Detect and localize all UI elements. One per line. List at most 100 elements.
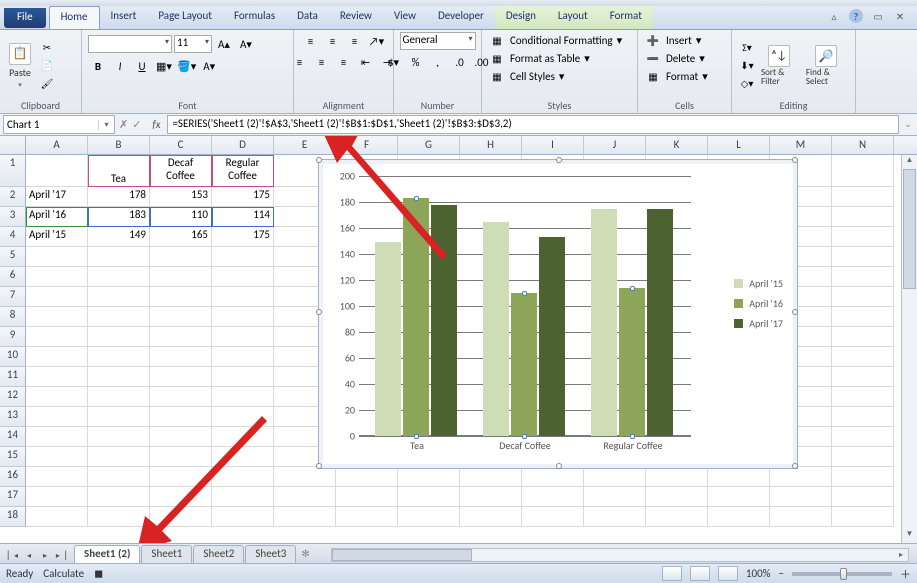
tab-home[interactable]: Home — [49, 6, 100, 29]
cell-H18[interactable] — [460, 507, 522, 527]
col-header-D[interactable]: D — [212, 136, 274, 154]
cell-E18[interactable] — [274, 507, 336, 527]
cell-A14[interactable] — [26, 427, 88, 447]
tab-view[interactable]: View — [383, 6, 427, 29]
cell-J17[interactable] — [584, 487, 646, 507]
cell-D11[interactable] — [212, 367, 274, 387]
legend-item[interactable]: April '17 — [734, 317, 783, 330]
sheet-tab-1[interactable]: Sheet1 (2) — [74, 545, 140, 563]
number-format-combo[interactable]: General — [400, 32, 476, 50]
chart-legend[interactable]: April '15April '16April '17 — [734, 270, 783, 337]
cell-J18[interactable] — [584, 507, 646, 527]
select-all-corner[interactable] — [0, 136, 26, 154]
cell-B7[interactable] — [88, 287, 150, 307]
cell-D1[interactable]: RegularCoffee — [212, 155, 274, 187]
grow-font-button[interactable]: A▴ — [214, 35, 234, 53]
cell-C3[interactable]: 110 — [150, 207, 212, 227]
row-header-9[interactable]: 9 — [0, 327, 26, 347]
cell-I16[interactable] — [522, 467, 584, 487]
bar-April15-RegularCoffee[interactable] — [591, 209, 617, 437]
cell-G17[interactable] — [398, 487, 460, 507]
row-header-10[interactable]: 10 — [0, 347, 26, 367]
row-header-3[interactable]: 3 — [0, 207, 26, 227]
cell-L17[interactable] — [708, 487, 770, 507]
cell-D6[interactable] — [212, 267, 274, 287]
cell-styles-button[interactable]: ▦Cell Styles ▾ — [488, 68, 564, 84]
row-header-7[interactable]: 7 — [0, 287, 26, 307]
bar-April15-DecafCoffee[interactable] — [483, 222, 509, 437]
cell-D2[interactable]: 175 — [212, 187, 274, 207]
view-layout-button[interactable] — [690, 566, 710, 581]
cell-B4[interactable]: 149 — [88, 227, 150, 247]
cell-B6[interactable] — [88, 267, 150, 287]
name-box-dropdown[interactable]: ▾ — [98, 120, 114, 130]
bar-April15-Tea[interactable] — [375, 242, 401, 436]
cell-F17[interactable] — [336, 487, 398, 507]
tab-developer[interactable]: Developer — [427, 6, 495, 29]
row-header-1[interactable]: 1 — [0, 155, 26, 187]
col-header-A[interactable]: A — [26, 136, 88, 154]
cell-A2[interactable]: April '17 — [26, 187, 88, 207]
cell-D10[interactable] — [212, 347, 274, 367]
row-header-18[interactable]: 18 — [0, 507, 26, 527]
cond-format-button[interactable]: ▦Conditional Formatting ▾ — [488, 32, 622, 48]
cell-N14[interactable] — [832, 427, 894, 447]
tab-nav-first[interactable]: ▏◂ — [6, 549, 20, 563]
align-left-button[interactable]: ≡ — [290, 53, 310, 71]
cell-B8[interactable] — [88, 307, 150, 327]
cell-A8[interactable] — [26, 307, 88, 327]
zoom-slider[interactable] — [792, 572, 892, 576]
row-header-8[interactable]: 8 — [0, 307, 26, 327]
tab-layout[interactable]: Layout — [547, 6, 599, 29]
cell-C9[interactable] — [150, 327, 212, 347]
cell-A16[interactable] — [26, 467, 88, 487]
tab-pagelayout[interactable]: Page Layout — [147, 6, 223, 29]
tab-insert[interactable]: Insert — [100, 6, 148, 29]
tab-file[interactable]: File — [4, 8, 46, 28]
cell-G18[interactable] — [398, 507, 460, 527]
tab-nav-prev[interactable]: ◂ — [22, 549, 36, 563]
cell-F16[interactable] — [336, 467, 398, 487]
col-header-M[interactable]: M — [770, 136, 832, 154]
cell-D5[interactable] — [212, 247, 274, 267]
row-header-6[interactable]: 6 — [0, 267, 26, 287]
cell-B3[interactable]: 183 — [88, 207, 150, 227]
bar-April16-DecafCoffee[interactable] — [511, 293, 537, 436]
cell-N15[interactable] — [832, 447, 894, 467]
zoom-level[interactable]: 100% — [746, 567, 771, 580]
cell-N12[interactable] — [832, 387, 894, 407]
formula-input[interactable]: =SERIES('Sheet1 (2)'!$A$3,'Sheet1 (2)'!$… — [167, 115, 899, 134]
align-mid-button[interactable]: ≡ — [323, 32, 343, 50]
cell-B11[interactable] — [88, 367, 150, 387]
cell-A4[interactable]: April '15 — [26, 227, 88, 247]
cell-B5[interactable] — [88, 247, 150, 267]
macro-record-icon[interactable]: ◼ — [94, 567, 103, 580]
cell-A5[interactable] — [26, 247, 88, 267]
cell-K18[interactable] — [646, 507, 708, 527]
view-pagebreak-button[interactable] — [718, 566, 738, 581]
cell-I17[interactable] — [522, 487, 584, 507]
row-header-16[interactable]: 16 — [0, 467, 26, 487]
inc-decimal-button[interactable]: .0 — [450, 53, 470, 71]
cells-format-button[interactable]: ▦Format ▾ — [644, 68, 708, 84]
sort-filter-button[interactable]: ᴬ↓ Sort & Filter — [758, 43, 801, 88]
cell-N5[interactable] — [832, 247, 894, 267]
row-header-13[interactable]: 13 — [0, 407, 26, 427]
cell-A12[interactable] — [26, 387, 88, 407]
cell-E16[interactable] — [274, 467, 336, 487]
legend-item[interactable]: April '15 — [734, 277, 783, 290]
cell-A11[interactable] — [26, 367, 88, 387]
shrink-font-button[interactable]: A▾ — [236, 35, 256, 53]
cell-N9[interactable] — [832, 327, 894, 347]
zoom-in-button[interactable]: ＋ — [900, 566, 911, 582]
cell-A3[interactable]: April '16 — [26, 207, 88, 227]
format-table-button[interactable]: ▦Format as Table ▾ — [488, 50, 590, 66]
cell-M17[interactable] — [770, 487, 832, 507]
clear-button[interactable]: ◇▾ — [738, 76, 756, 92]
cell-B12[interactable] — [88, 387, 150, 407]
col-header-K[interactable]: K — [646, 136, 708, 154]
view-normal-button[interactable] — [662, 566, 682, 581]
worksheet-grid[interactable]: ABCDEFGHIJKLMN 1TeaDecafCoffeeRegularCof… — [0, 136, 917, 543]
cell-D9[interactable] — [212, 327, 274, 347]
tab-data[interactable]: Data — [286, 6, 329, 29]
